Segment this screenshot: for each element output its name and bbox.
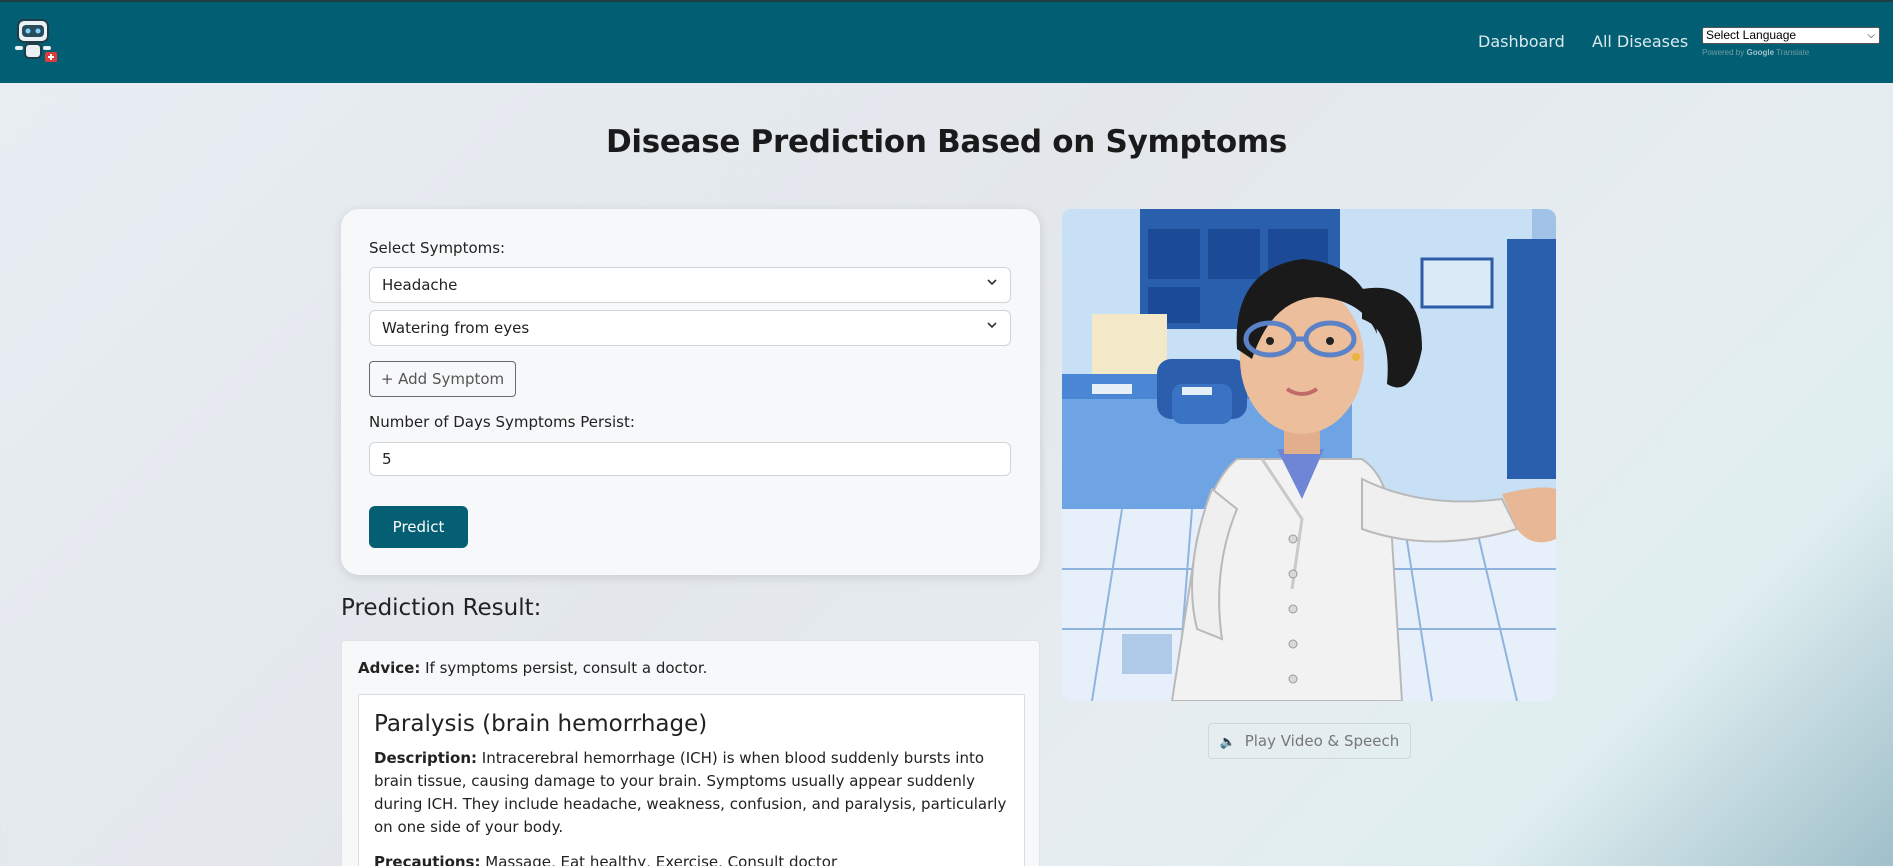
doctor-avatar-image — [1062, 209, 1556, 701]
page-title: Disease Prediction Based on Symptoms — [605, 124, 1288, 160]
disease-detail-box: Paralysis (brain hemorrhage) Description… — [358, 694, 1025, 866]
language-select[interactable]: Select Language ⌵ — [1702, 27, 1880, 44]
description-label: Description: — [374, 749, 478, 767]
play-video-speech-label: Play Video & Speech — [1244, 732, 1400, 750]
powered-by-text: Powered by — [1702, 48, 1745, 57]
disease-precautions: Precautions: Massage, Eat healthy, Exerc… — [374, 853, 1014, 866]
disease-name: Paralysis (brain hemorrhage) — [374, 711, 708, 737]
nav-dashboard-link[interactable]: Dashboard — [1478, 32, 1565, 51]
symptoms-label: Select Symptoms: — [369, 239, 506, 257]
nav-all-diseases-link[interactable]: All Diseases — [1592, 32, 1688, 51]
days-label: Number of Days Symptoms Persist: — [369, 413, 635, 431]
disease-description: Description: Intracerebral hemorrhage (I… — [374, 747, 1014, 839]
prediction-result-heading: Prediction Result: — [341, 595, 542, 621]
chevron-down-icon — [987, 322, 997, 329]
predict-button[interactable]: Predict — [369, 506, 468, 548]
speaker-icon: 🔈 — [1219, 735, 1236, 750]
symptom-form-card: Select Symptoms: Headache Watering from … — [341, 209, 1040, 575]
prediction-result-card: Advice: If symptoms persist, consult a d… — [341, 640, 1040, 866]
days-input[interactable]: 5 — [369, 442, 1011, 476]
advice-label: Advice: — [358, 659, 421, 677]
precautions-value: Massage, Eat healthy, Exercise, Consult … — [485, 853, 838, 866]
play-video-speech-button[interactable]: 🔈 Play Video & Speech — [1208, 723, 1411, 759]
symptom-select-1[interactable]: Headache — [369, 267, 1011, 303]
google-logo-text: Google — [1746, 48, 1775, 57]
language-select-value: Select Language — [1706, 28, 1797, 42]
navbar: Dashboard All Diseases Select Language ⌵… — [0, 0, 1893, 83]
precautions-label: Precautions: — [374, 853, 481, 866]
powered-by-google: Powered by Google Translate — [1702, 48, 1880, 57]
advice-value: If symptoms persist, consult a doctor. — [425, 659, 708, 677]
translate-link[interactable]: Translate — [1776, 48, 1809, 57]
symptom-select-value: Headache — [382, 276, 458, 294]
doctor-illustration — [1062, 209, 1556, 701]
google-translate-widget: Select Language ⌵ Powered by Google Tran… — [1702, 27, 1880, 57]
chevron-down-icon — [987, 279, 997, 286]
symptom-select-2[interactable]: Watering from eyes — [369, 310, 1011, 346]
chevron-down-icon: ⌵ — [1867, 30, 1875, 41]
symptom-select-value: Watering from eyes — [382, 319, 530, 337]
robot-doctor-logo-icon[interactable] — [12, 18, 62, 66]
advice-text: Advice: If symptoms persist, consult a d… — [358, 659, 707, 677]
add-symptom-button[interactable]: + Add Symptom — [369, 361, 516, 397]
